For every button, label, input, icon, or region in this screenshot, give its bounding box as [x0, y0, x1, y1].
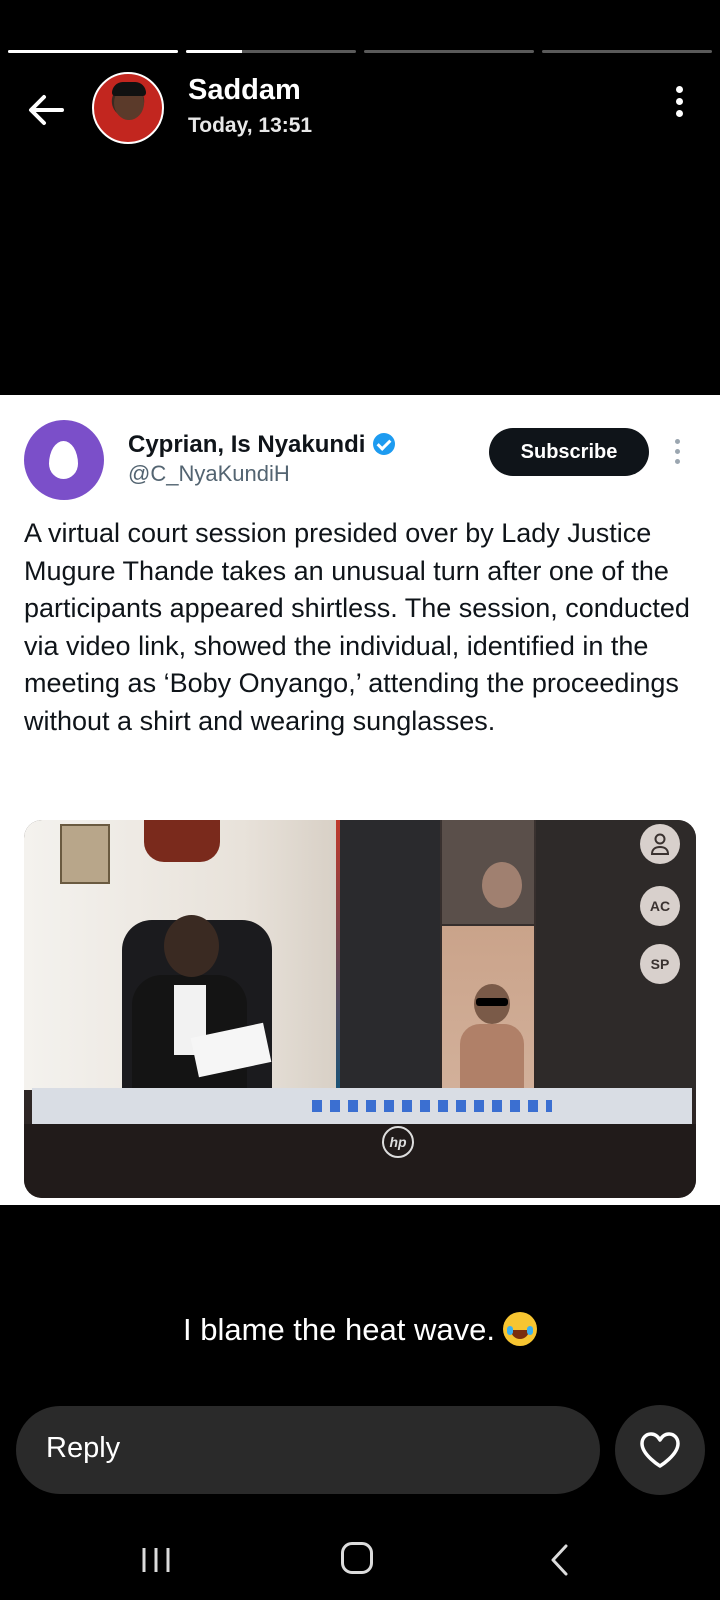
judge-video-tile — [24, 820, 336, 1090]
tweet-handle: @C_NyaKundiH — [128, 461, 290, 486]
default-avatar-icon — [24, 420, 104, 500]
story-progress — [8, 50, 712, 54]
participants-panel: AC SP — [536, 820, 696, 1090]
progress-segment — [8, 50, 178, 53]
nav-back-icon[interactable] — [548, 1542, 572, 1583]
reply-placeholder: Reply — [46, 1432, 121, 1464]
story-timestamp: Today, 13:51 — [188, 114, 313, 137]
hp-logo: hp — [382, 1126, 414, 1158]
person-icon — [640, 824, 680, 864]
avatar[interactable] — [92, 72, 164, 144]
face-with-tears-of-joy-icon — [502, 1312, 537, 1346]
more-options-icon[interactable] — [674, 86, 684, 122]
story-header: Saddam Today, 13:51 — [0, 70, 720, 150]
system-nav-bar — [0, 1540, 720, 1580]
more-vertical-icon — [675, 439, 683, 469]
tweet-author: Cyprian, Is Nyakundi — [128, 431, 396, 459]
story-caption: I blame the heat wave. — [0, 1312, 720, 1348]
tweet-card: Cyprian, Is Nyakundi @C_NyaKundiH Subscr… — [0, 395, 720, 1205]
home-icon[interactable] — [341, 1542, 373, 1574]
participant-badge: SP — [640, 944, 680, 984]
like-button[interactable] — [615, 1405, 705, 1495]
taskbar — [32, 1088, 692, 1124]
verified-badge-icon — [373, 433, 396, 455]
reply-input[interactable]: Reply — [16, 1406, 600, 1494]
progress-segment — [542, 50, 712, 53]
subscribe-button: Subscribe — [489, 428, 649, 476]
laptop-bezel — [24, 1124, 696, 1198]
back-arrow-icon[interactable] — [24, 88, 68, 132]
tweet-text: A virtual court session presided over by… — [24, 518, 690, 736]
story-user-name[interactable]: Saddam — [188, 74, 301, 107]
heart-icon — [640, 1432, 680, 1468]
participant-badge: AC — [640, 886, 680, 926]
progress-segment — [364, 50, 534, 53]
participant-video-tile — [442, 820, 534, 924]
tweet-media-photo: AC SP hp — [24, 820, 696, 1198]
shirtless-participant-tile — [442, 926, 534, 1088]
progress-segment — [186, 50, 356, 53]
recents-icon[interactable] — [140, 1544, 172, 1581]
